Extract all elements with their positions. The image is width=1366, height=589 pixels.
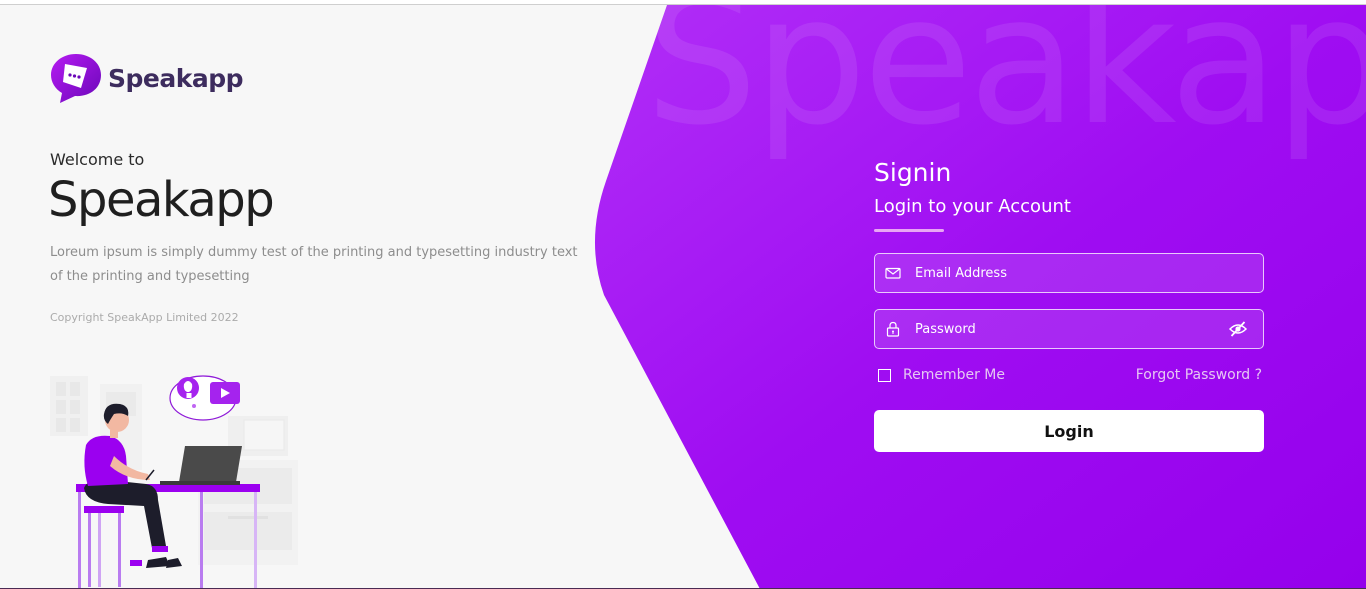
stool: [84, 506, 124, 587]
remember-label: Remember Me: [903, 367, 1005, 383]
password-field[interactable]: [874, 309, 1264, 349]
copyright-text: Copyright SpeakApp Limited 2022: [50, 311, 239, 324]
signin-title: Signin: [874, 158, 952, 187]
eye-off-icon[interactable]: [1228, 319, 1248, 339]
thought-bubble: [169, 375, 240, 421]
chat-bubble-play-icon: [51, 54, 101, 103]
brand-logo[interactable]: Speakapp: [50, 52, 244, 104]
lock-icon: [886, 321, 900, 337]
brand-name: Speakapp: [108, 63, 244, 93]
login-page: Speakapp Speakapp Welcome to Speakapp Lo…: [0, 0, 1366, 589]
forgot-password-link[interactable]: Forgot Password ?: [1136, 367, 1262, 383]
remember-me[interactable]: Remember Me: [874, 367, 1005, 383]
title-underline: [874, 229, 944, 232]
email-field[interactable]: [874, 253, 1264, 293]
email-input[interactable]: [915, 254, 1263, 292]
laptop: [160, 446, 242, 485]
background-watermark: Speakapp: [645, 0, 1366, 164]
remember-checkbox[interactable]: [878, 368, 891, 382]
top-border: [0, 0, 1366, 5]
login-button[interactable]: Login: [874, 410, 1264, 452]
page-title: Speakapp: [48, 172, 275, 228]
envelope-icon: [885, 267, 901, 279]
options-row: Remember Me Forgot Password ?: [874, 367, 1264, 383]
person-laptop-illustration: [50, 375, 298, 589]
description-text: Loreum ipsum is simply dummy test of the…: [50, 245, 578, 284]
password-input[interactable]: [915, 310, 1228, 348]
signin-subtitle: Login to your Account: [874, 196, 1071, 217]
signin-form: Signin Login to your Account Email Addre…: [874, 156, 1264, 452]
welcome-text: Welcome to: [50, 150, 145, 169]
